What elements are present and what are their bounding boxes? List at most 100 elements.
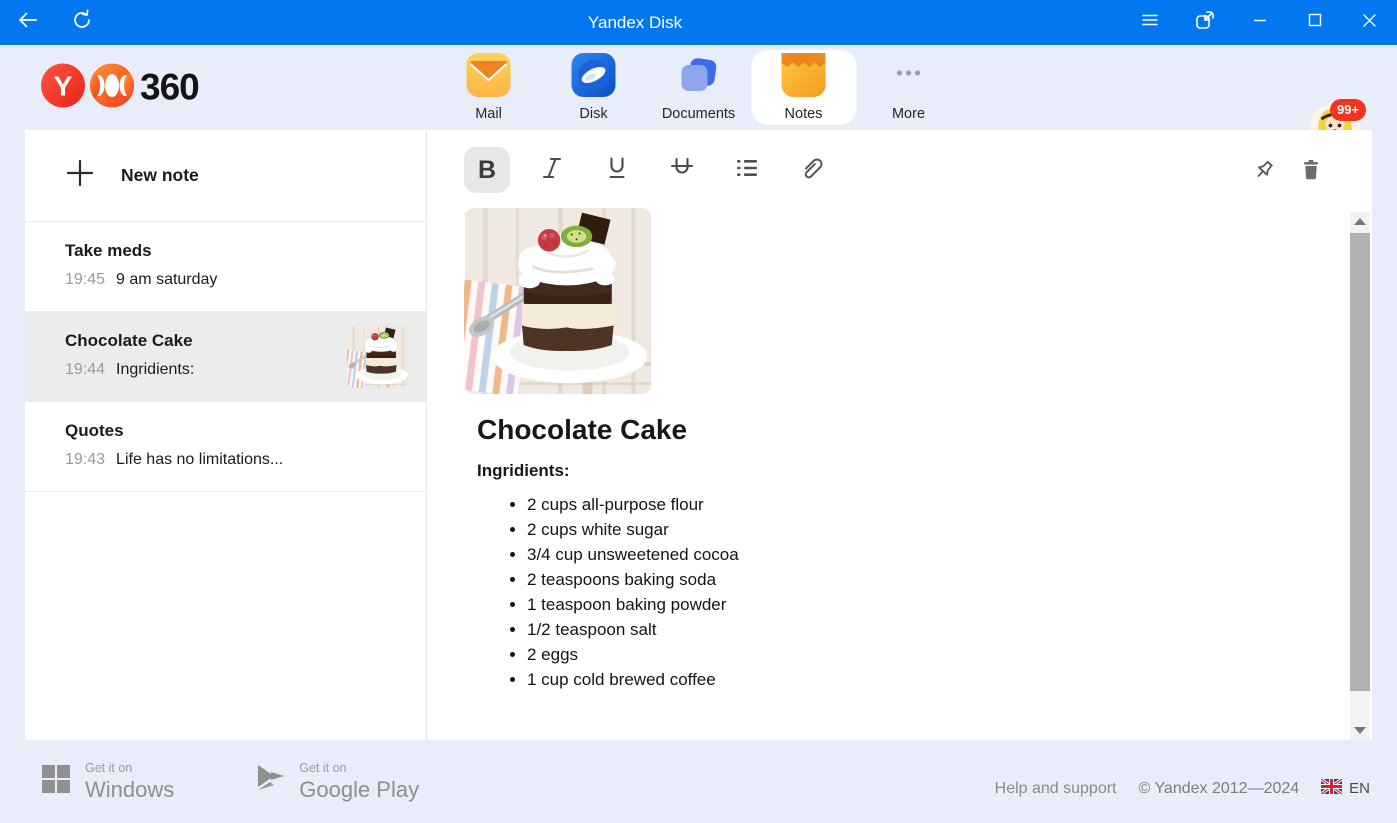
window-title: Yandex Disk [565,13,705,33]
tab-documents[interactable]: Documents [646,50,751,125]
tab-more-label: More [892,106,925,122]
main-sheet: New note Take meds 19:45 9 am saturday C… [25,130,1372,740]
ingredient-item[interactable]: 2 teaspoons baking soda [527,567,1372,592]
get-on-google-play-button[interactable]: Get it on Google Play [256,761,419,803]
note-editor: B [427,130,1372,740]
uk-flag-icon [1321,779,1342,798]
tab-mail[interactable]: Mail [436,50,541,125]
note-list-item-chocolate-cake[interactable]: Chocolate Cake 19:44 Ingridients: [25,312,426,402]
note-item-time: 19:45 [65,271,105,289]
notification-badge: 99+ [1330,99,1366,121]
paperclip-icon [798,154,826,187]
italic-icon [539,155,565,186]
italic-button[interactable] [529,147,575,193]
get-on-windows-button[interactable]: Get it on Windows [40,761,174,803]
note-item-title: Take meds [65,241,426,261]
note-subtitle[interactable]: Ingridients: [464,461,1372,481]
tab-documents-label: Documents [662,106,735,122]
ingredient-item[interactable]: 2 cups all-purpose flour [527,492,1372,517]
minimize-icon [1253,13,1267,32]
windows-label: Windows [85,777,174,803]
scrollbar-up-arrow-icon[interactable] [1354,218,1366,225]
gplay-label: Google Play [299,777,419,803]
service-tabs: Mail Disk [436,50,961,125]
bullet-list-icon [734,155,760,186]
language-code: EN [1349,780,1370,797]
minimize-button[interactable] [1232,0,1287,45]
documents-icon [677,53,721,102]
note-content[interactable]: Chocolate Cake Ingridients: 2 cups all-p… [464,208,1372,692]
note-actions [1251,145,1324,195]
strikethrough-button[interactable] [659,147,705,193]
ingredient-item[interactable]: 2 eggs [527,642,1372,667]
disk-icon [572,53,616,102]
minimize-to-tray-button[interactable] [1177,0,1232,45]
maximize-icon [1308,13,1322,32]
footer: Get it on Windows Get it on Google Play … [0,740,1397,823]
new-note-label: New note [121,165,199,186]
new-note-button[interactable]: New note [25,130,426,222]
mail-icon [467,53,511,102]
tab-disk[interactable]: Disk [541,50,646,125]
titlebar: Yandex Disk [0,0,1397,45]
gplay-get-it-on: Get it on [299,761,419,775]
format-toolbar: B [464,145,1372,195]
close-button[interactable] [1342,0,1397,45]
delete-note-button[interactable] [1298,157,1324,183]
trash-icon [1298,157,1324,183]
minimize-to-tray-icon [1193,8,1217,37]
ingredient-item[interactable]: 3/4 cup unsweetened cocoa [527,542,1372,567]
ingredients-list[interactable]: 2 cups all-purpose flour 2 cups white su… [464,492,1372,692]
menu-button[interactable] [1122,0,1177,45]
note-item-title: Quotes [65,421,426,441]
note-title[interactable]: Chocolate Cake [464,414,1372,446]
refresh-button[interactable] [65,6,99,40]
windows-get-it-on: Get it on [85,761,174,775]
note-item-preview: Ingridients: [116,361,194,379]
bullet-list-button[interactable] [724,147,770,193]
language-switcher[interactable]: EN [1321,779,1370,798]
header: Y [0,45,1397,130]
tab-notes[interactable]: Notes [751,50,856,125]
vertical-scrollbar[interactable] [1350,212,1370,740]
bold-button[interactable]: B [464,147,510,193]
more-dots-icon [887,53,931,102]
plus-icon [65,158,95,193]
app-window: Yandex Disk [0,0,1397,823]
ingredient-item[interactable]: 1/2 teaspoon salt [527,617,1372,642]
notes-sidebar: New note Take meds 19:45 9 am saturday C… [25,130,427,740]
scrollbar-thumb[interactable] [1350,233,1370,691]
logo-360-text: 360 [140,67,199,109]
note-list-item-take-meds[interactable]: Take meds 19:45 9 am saturday [25,222,426,312]
windows-logo-icon [40,763,72,800]
ingredient-item[interactable]: 1 teaspoon baking powder [527,592,1372,617]
bold-icon: B [478,156,496,185]
help-and-support-link[interactable]: Help and support [995,780,1117,798]
tab-disk-label: Disk [579,106,607,122]
yandex360-logo[interactable]: Y [40,62,199,113]
ingredient-item[interactable]: 2 cups white sugar [527,517,1372,542]
close-icon [1362,13,1377,33]
back-arrow-icon [16,8,40,37]
yandex-y-icon: Y [40,62,86,113]
note-list-item-quotes[interactable]: Quotes 19:43 Life has no limitations... [25,402,426,492]
tab-more[interactable]: More [856,50,961,125]
scrollbar-down-arrow-icon[interactable] [1354,727,1366,734]
attach-file-button[interactable] [789,147,835,193]
note-item-preview: Life has no limitations... [116,451,283,469]
maximize-button[interactable] [1287,0,1342,45]
pin-note-button[interactable] [1251,157,1277,183]
note-item-preview: 9 am saturday [116,271,217,289]
pin-icon [1251,157,1277,183]
back-button[interactable] [11,6,45,40]
underline-button[interactable] [594,147,640,193]
note-item-time: 19:43 [65,451,105,469]
360-aperture-icon [89,62,135,113]
note-item-time: 19:44 [65,361,105,379]
refresh-icon [70,8,94,37]
ingredient-item[interactable]: 1 cup cold brewed coffee [527,667,1372,692]
copyright-text: © Yandex 2012—2024 [1139,780,1300,798]
note-image-cake[interactable] [464,208,652,394]
strikethrough-icon [668,154,696,187]
hamburger-icon [1140,10,1160,35]
